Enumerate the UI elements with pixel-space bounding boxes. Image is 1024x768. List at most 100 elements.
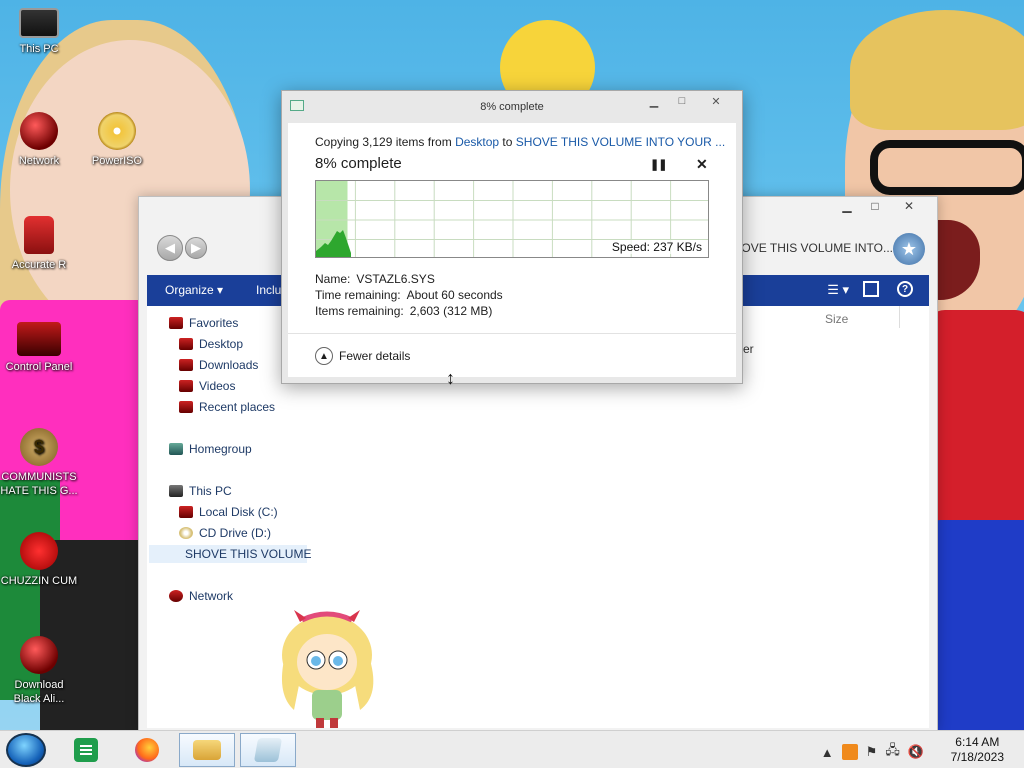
preview-pane-button[interactable] [863,281,879,297]
nav-label: Downloads [199,358,259,372]
network-icon [20,112,58,150]
forward-button[interactable]: ▶ [185,237,207,259]
close-button[interactable]: ✕ [696,93,736,109]
wallpaper-shape [850,10,1024,130]
desktop-folder-icon [179,338,193,350]
nav-label: Recent places [199,400,276,414]
desktop-icon-poweriso[interactable]: PowerISO [78,112,156,168]
explorer-caption-buttons: ▁ □ ✕ [833,197,929,215]
nav-label: Network [189,589,234,603]
desktop-icon-control-panel[interactable]: Control Panel [0,322,78,374]
network-icon [169,590,183,602]
resize-cursor-icon: ↕ [446,368,455,388]
firefox-icon [135,738,159,762]
star-icon[interactable]: ★ [893,233,925,265]
fewer-details-button[interactable]: ▲ Fewer details [315,347,410,365]
cartoon-character-sticker [281,610,374,728]
show-hidden-icons-button[interactable]: ▲ [821,745,834,760]
monitor-icon [19,8,59,38]
desktop-icon-label: This PC [19,43,59,55]
nav-favorites[interactable]: Favorites [169,316,238,330]
desktop-icon-label: Control Panel [5,361,73,373]
nav-this-pc[interactable]: This PC [169,484,232,498]
taskbar-app-explorer[interactable] [179,733,235,767]
items-label: Items remaining: [315,304,404,318]
maximize-button[interactable]: □ [668,93,696,109]
maximize-button[interactable]: □ [861,197,889,215]
nav-recent-places[interactable]: Recent places [179,400,275,414]
folder-icon [193,740,221,760]
detail-items-row: Items remaining: 2,603 (312 MB) [315,304,492,318]
time-label: Time remaining: [315,288,401,302]
column-header-size[interactable]: Size [825,312,848,326]
clock-date: 7/18/2023 [950,750,1004,764]
nav-desktop[interactable]: Desktop [179,337,243,351]
back-button[interactable]: ◀ [157,235,183,261]
tray-app-icon[interactable] [841,744,858,760]
volume-muted-icon[interactable]: 🔇 [908,744,924,760]
taskbar-clock[interactable]: 6:14 AM 7/18/2023 [951,735,1004,765]
include-in-library-button[interactable]: Inclu [256,283,281,297]
organize-button[interactable]: Organize ▾ [165,283,223,297]
taskbar-app-firefox[interactable] [119,733,175,767]
destination-link[interactable]: SHOVE THIS VOLUME INTO YOUR ... [516,135,725,149]
fuzzy-icon [20,532,58,570]
nav-shove-volume[interactable]: SHOVE THIS VOLUME [149,545,311,563]
desktop-icon-label: Network [18,155,60,167]
start-button[interactable] [6,733,46,767]
chevron-up-icon: ▲ [315,347,333,365]
nav-label: Desktop [199,337,244,351]
desktop-icon-communists[interactable]: $ COMMUNISTS HATE THIS G... [0,428,78,498]
taskbar-app-sheets[interactable] [58,733,114,767]
disc-icon [98,112,136,150]
wallpaper-shape [930,520,1024,740]
desktop-icon-label: Download Black Ali... [13,679,65,705]
desktop-icon-this-pc[interactable]: This PC [0,8,78,56]
nav-label: SHOVE THIS VOLUME [185,547,312,561]
source-link[interactable]: Desktop [455,135,499,149]
desktop-icon-network[interactable]: Network [0,112,78,168]
taskbar: ▲ ⚑ 🖧 🔇 6:14 AM 7/18/2023 [0,730,1024,768]
desktop-icon-chuzzin[interactable]: CHUZZIN CUM [0,532,78,588]
network-status-icon[interactable]: 🖧 [885,741,900,763]
views-button[interactable]: ☰ ▾ [827,282,849,298]
progress-heading: 8% complete [315,155,402,172]
help-button[interactable]: ? [897,281,913,297]
clock-time: 6:14 AM [955,735,1000,749]
nav-local-disk[interactable]: Local Disk (C:) [179,505,278,519]
control-panel-icon [17,322,61,356]
divider [288,333,736,334]
action-center-flag-icon[interactable]: ⚑ [866,744,878,760]
homegroup-icon [169,443,183,455]
taskbar-app-notepad[interactable] [240,733,296,767]
cancel-copy-button[interactable]: ✕ [696,156,708,173]
speed-label: Speed: 237 KB/s [611,240,702,254]
name-label: Name: [315,272,351,286]
videos-folder-icon [179,380,193,392]
minimize-button[interactable]: ▁ [640,93,668,109]
star-icon [169,317,183,329]
desktop-icon-label: COMMUNISTS HATE THIS G... [0,471,78,497]
copy-progress-dialog[interactable]: 8% complete ▁ □ ✕ Copying 3,129 items fr… [281,90,743,384]
copy-summary: Copying 3,129 items from Desktop to SHOV… [315,135,725,149]
nav-network[interactable]: Network [169,589,233,603]
pause-button[interactable]: ❚❚ [650,158,667,171]
desktop-icon-accurate[interactable]: Accurate R [0,216,78,272]
name-value: VSTAZL6.SYS [356,272,435,286]
close-button[interactable]: ✕ [889,197,929,215]
minimize-button[interactable]: ▁ [833,197,861,215]
desktop-icon-download-black[interactable]: Download Black Ali... [0,636,78,706]
nav-homegroup[interactable]: Homegroup [169,442,252,456]
nav-downloads[interactable]: Downloads [179,358,258,372]
desktop-icon-label: CHUZZIN CUM [0,575,78,587]
items-value: 2,603 (312 MB) [409,304,493,318]
sheets-icon [74,738,98,762]
column-divider[interactable] [899,306,900,328]
nav-videos[interactable]: Videos [179,379,235,393]
dialog-titlebar[interactable]: 8% complete ▁ □ ✕ [282,91,742,121]
desktop-icon-label: PowerISO [91,155,143,167]
nav-label: Homegroup [189,442,252,456]
file-list-fragment: er [743,342,754,356]
nav-cd-drive[interactable]: CD Drive (D:) [179,526,271,540]
fewer-details-label: Fewer details [339,349,411,363]
